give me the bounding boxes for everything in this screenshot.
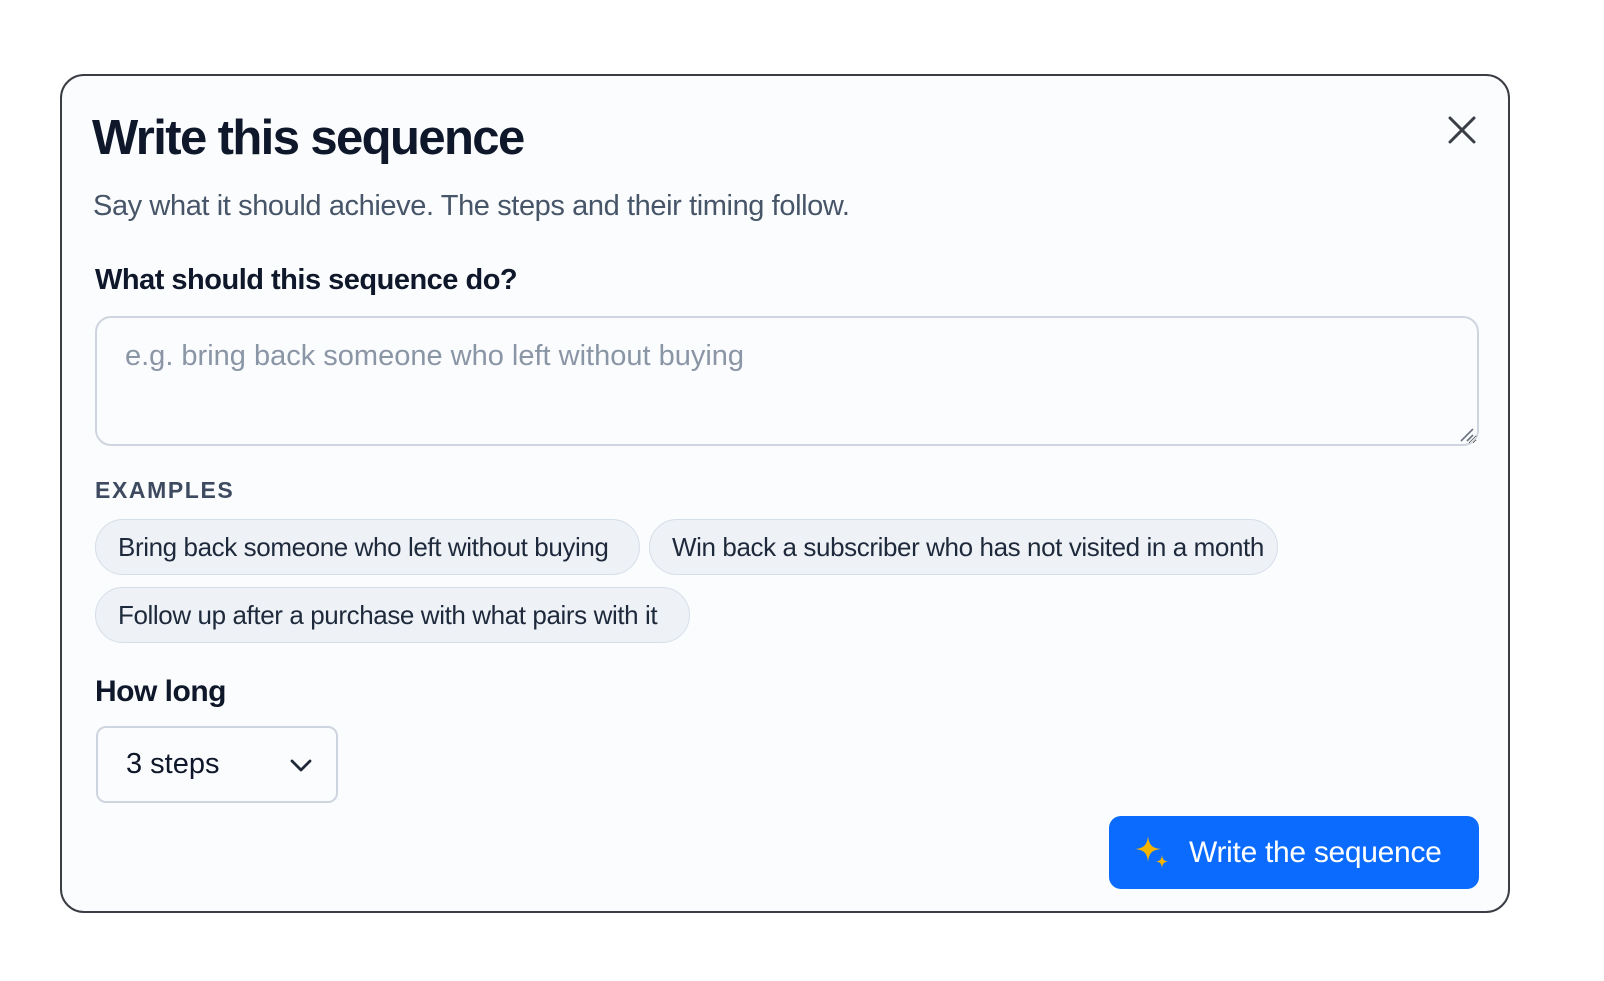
close-icon <box>1448 116 1476 144</box>
length-select-value: 3 steps <box>126 748 220 780</box>
sparkle-icon <box>1135 835 1168 868</box>
write-sequence-button-label: Write the sequence <box>1189 835 1442 869</box>
length-field-label: How long <box>95 675 226 708</box>
close-button[interactable] <box>1434 102 1490 158</box>
write-sequence-dialog: Write this sequence Say what it should a… <box>60 74 1510 913</box>
write-sequence-button[interactable]: Write the sequence <box>1109 816 1479 889</box>
example-chip-bring-back[interactable]: Bring back someone who left without buyi… <box>95 519 640 575</box>
dialog-subtitle: Say what it should achieve. The steps an… <box>93 190 850 222</box>
length-select[interactable]: 3 steps <box>96 726 338 803</box>
example-chip-win-back[interactable]: Win back a subscriber who has not visite… <box>649 519 1278 575</box>
examples-heading: EXAMPLES <box>95 477 235 503</box>
goal-textarea[interactable] <box>95 316 1479 446</box>
example-chip-follow-up[interactable]: Follow up after a purchase with what pai… <box>95 587 690 643</box>
dialog-title: Write this sequence <box>92 111 525 165</box>
chevron-down-icon <box>290 759 312 771</box>
goal-field-label: What should this sequence do? <box>95 264 518 296</box>
